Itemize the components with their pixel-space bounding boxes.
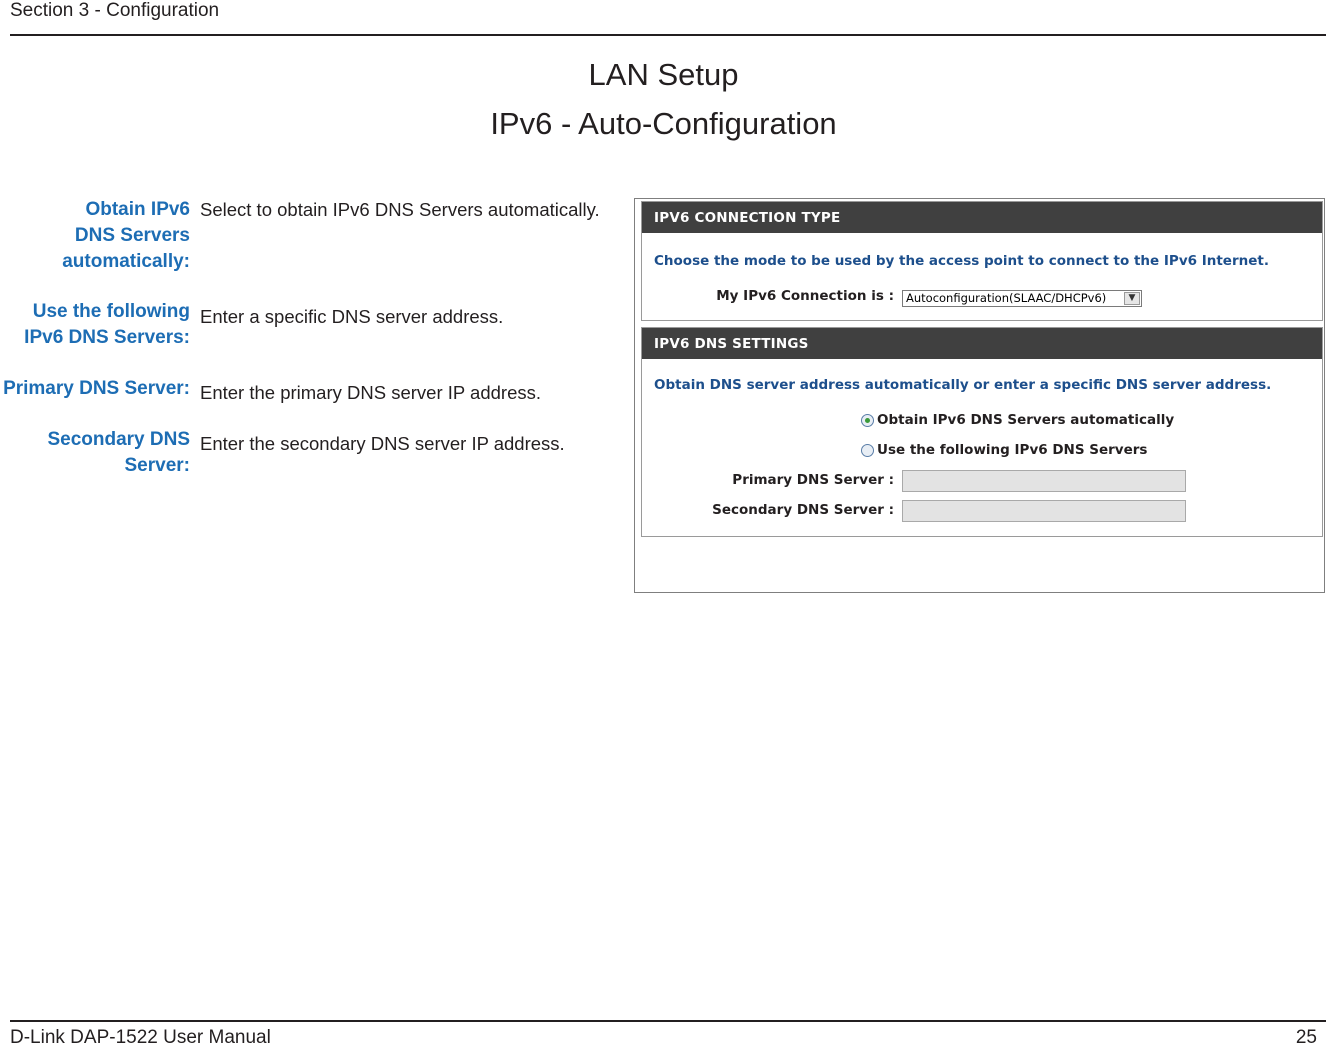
radio-obtain-auto-label: Obtain IPv6 DNS Servers automatically bbox=[877, 412, 1175, 428]
connection-type-label: My IPv6 Connection is : bbox=[716, 288, 894, 304]
connection-type-header: IPV6 CONNECTION TYPE bbox=[642, 202, 1322, 233]
dns-settings-header: IPV6 DNS SETTINGS bbox=[642, 328, 1322, 359]
term-line: Obtain IPv6 bbox=[85, 199, 190, 220]
term-use-following: Use the following IPv6 DNS Servers: bbox=[0, 299, 190, 351]
connection-type-value: Autoconfiguration(SLAAC/DHCPv6) bbox=[906, 291, 1107, 305]
term-line: Primary DNS Server: bbox=[3, 378, 190, 399]
connection-type-select[interactable]: Autoconfiguration(SLAAC/DHCPv6) ▼ bbox=[902, 290, 1142, 307]
term-line: Use the following bbox=[32, 301, 190, 322]
term-line: Server: bbox=[124, 455, 191, 476]
term-obtain-auto: Obtain IPv6 DNS Servers automatically: bbox=[0, 197, 190, 275]
radio-unselected-icon[interactable] bbox=[861, 443, 874, 457]
radio-use-following[interactable]: Use the following IPv6 DNS Servers bbox=[861, 442, 1147, 458]
term-line: Secondary DNS bbox=[47, 429, 190, 450]
page-subtitle: IPv6 - Auto-Configuration bbox=[490, 106, 837, 141]
primary-dns-input[interactable] bbox=[902, 470, 1186, 492]
term-secondary-dns: Secondary DNS Server: bbox=[0, 427, 190, 479]
dns-settings-description: Obtain DNS server address automatically … bbox=[654, 377, 1272, 393]
term-line: IPv6 DNS Servers: bbox=[24, 327, 190, 348]
desc-secondary-dns: Enter the secondary DNS server IP addres… bbox=[200, 433, 565, 454]
desc-obtain-auto: Select to obtain IPv6 DNS Servers automa… bbox=[200, 199, 600, 220]
dns-settings-box: IPV6 DNS SETTINGS Obtain DNS server addr… bbox=[641, 327, 1323, 537]
connection-type-description: Choose the mode to be used by the access… bbox=[654, 253, 1269, 269]
term-primary-dns: Primary DNS Server: bbox=[0, 376, 190, 402]
chevron-down-icon[interactable]: ▼ bbox=[1124, 292, 1140, 305]
page-title: LAN Setup bbox=[588, 57, 739, 92]
desc-primary-dns: Enter the primary DNS server IP address. bbox=[200, 382, 542, 403]
secondary-dns-input[interactable] bbox=[902, 500, 1186, 522]
settings-screenshot: IPV6 CONNECTION TYPE Choose the mode to … bbox=[634, 198, 1325, 593]
top-rule bbox=[10, 34, 1326, 36]
radio-use-following-label: Use the following IPv6 DNS Servers bbox=[877, 442, 1148, 458]
primary-dns-label: Primary DNS Server : bbox=[732, 472, 894, 488]
connection-type-box: IPV6 CONNECTION TYPE Choose the mode to … bbox=[641, 201, 1323, 321]
section-header: Section 3 - Configuration bbox=[10, 0, 220, 21]
secondary-dns-label: Secondary DNS Server : bbox=[712, 502, 894, 518]
term-line: DNS Servers bbox=[74, 225, 190, 246]
term-line: automatically: bbox=[62, 251, 190, 272]
footer-manual-title: D-Link DAP-1522 User Manual bbox=[10, 1027, 271, 1048]
radio-selected-icon[interactable] bbox=[861, 413, 874, 427]
desc-use-following: Enter a specific DNS server address. bbox=[200, 306, 504, 327]
page-number: 25 bbox=[1295, 1027, 1317, 1048]
bottom-rule bbox=[10, 1020, 1326, 1022]
radio-obtain-auto[interactable]: Obtain IPv6 DNS Servers automatically bbox=[861, 412, 1174, 428]
